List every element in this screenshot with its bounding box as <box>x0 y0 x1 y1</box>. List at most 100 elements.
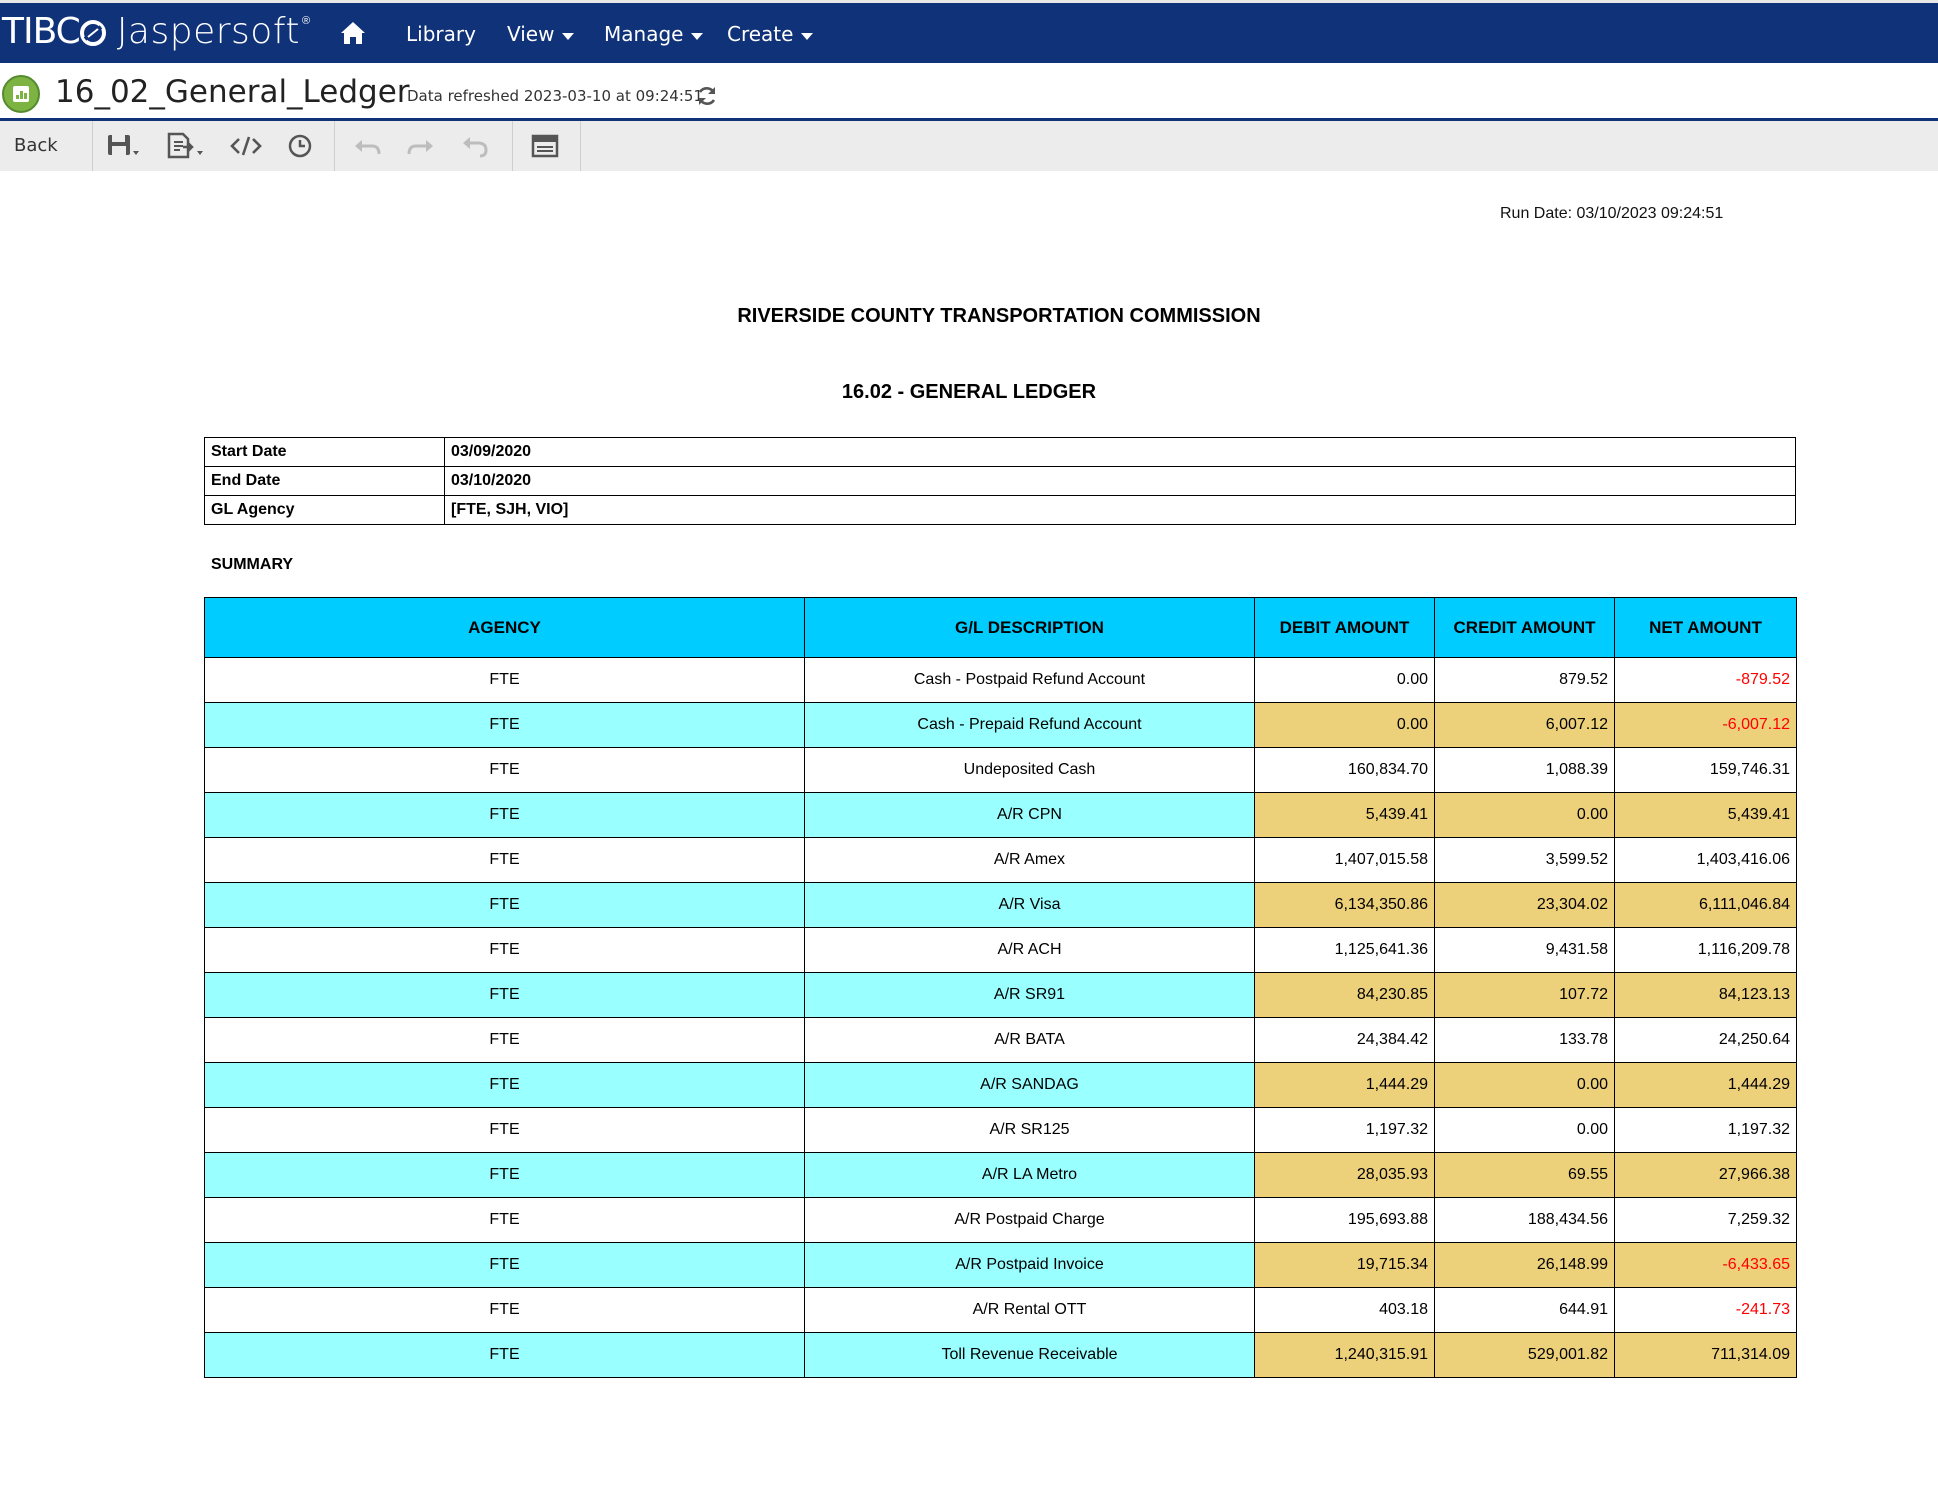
table-row: FTE A/R Postpaid Charge 195,693.88 188,434.… <box>204 1197 1797 1243</box>
param-row-gl-agency: GL Agency [FTE, SJH, VIO] <box>204 495 1796 525</box>
table-row: FTE A/R LA Metro 28,035.93 69.55 27,966.38 <box>204 1152 1797 1198</box>
refresh-icon[interactable] <box>695 84 719 108</box>
save-button[interactable] <box>106 131 140 161</box>
cell-credit-amount: 0.00 <box>1434 792 1615 838</box>
cell-gl-description: A/R BATA <box>804 1017 1255 1063</box>
cell-agency: FTE <box>204 1107 805 1153</box>
summary-table: AGENCY G/L DESCRIPTION DEBIT AMOUNT CRED… <box>204 597 1797 1378</box>
logo-tibco-text: TIBC <box>2 10 81 52</box>
run-date: Run Date: 03/10/2023 09:24:51 <box>1500 205 1724 222</box>
undo-icon <box>355 140 381 155</box>
cell-gl-description: A/R SR125 <box>804 1107 1255 1153</box>
cell-credit-amount: 3,599.52 <box>1434 837 1615 883</box>
column-header-net-amount: NET AMOUNT <box>1614 597 1797 658</box>
nav-manage-menu[interactable]: Manage <box>604 20 704 48</box>
cell-credit-amount: 69.55 <box>1434 1152 1615 1198</box>
toolbar-divider <box>334 121 335 171</box>
cell-agency: FTE <box>204 1152 805 1198</box>
undo-all-button[interactable] <box>460 131 494 161</box>
cell-agency: FTE <box>204 792 805 838</box>
cell-debit-amount: 1,197.32 <box>1254 1107 1435 1153</box>
table-row: FTE A/R CPN 5,439.41 0.00 5,439.41 <box>204 792 1797 838</box>
chevron-down-icon <box>691 32 704 40</box>
home-button[interactable] <box>339 20 371 48</box>
cell-net-amount: 24,250.64 <box>1614 1017 1797 1063</box>
cell-credit-amount: 0.00 <box>1434 1107 1615 1153</box>
cell-agency: FTE <box>204 1332 805 1378</box>
top-nav-bar: TIBC Jaspersoft ® Library View Manage Cr… <box>0 0 1938 63</box>
chevron-down-icon <box>801 32 814 40</box>
cell-net-amount: 6,111,046.84 <box>1614 882 1797 928</box>
redo-icon <box>407 140 433 155</box>
table-row: FTE Cash - Postpaid Refund Account 0.00 879… <box>204 657 1797 703</box>
column-header-credit-amount: CREDIT AMOUNT <box>1434 597 1615 658</box>
param-row-end-date: End Date 03/10/2020 <box>204 466 1796 496</box>
nav-view-menu[interactable]: View <box>507 20 575 48</box>
summary-header-row: AGENCY G/L DESCRIPTION DEBIT AMOUNT CRED… <box>204 597 1797 658</box>
embed-code-icon <box>230 136 262 156</box>
report-toolbar: Back <box>0 121 1938 171</box>
tibco-jaspersoft-logo[interactable]: TIBC Jaspersoft ® <box>2 9 310 53</box>
cell-net-amount: 1,116,209.78 <box>1614 927 1797 973</box>
param-key: GL Agency <box>204 495 445 525</box>
cell-gl-description: A/R SANDAG <box>804 1062 1255 1108</box>
cell-agency: FTE <box>204 882 805 928</box>
cell-agency: FTE <box>204 1242 805 1288</box>
undo-all-icon <box>463 137 488 158</box>
back-button[interactable]: Back <box>14 135 58 156</box>
cell-credit-amount: 107.72 <box>1434 972 1615 1018</box>
home-icon <box>341 22 365 44</box>
column-header-gl-description: G/L DESCRIPTION <box>804 597 1255 658</box>
cell-gl-description: A/R SR91 <box>804 972 1255 1018</box>
cell-credit-amount: 0.00 <box>1434 1062 1615 1108</box>
nav-library[interactable]: Library <box>406 20 476 48</box>
param-value: 03/10/2020 <box>444 466 1796 496</box>
table-row: FTE A/R Visa 6,134,350.86 23,304.02 6,111,04… <box>204 882 1797 928</box>
cell-gl-description: Undeposited Cash <box>804 747 1255 793</box>
redo-button[interactable] <box>406 131 440 161</box>
cell-gl-description: Cash - Prepaid Refund Account <box>804 702 1255 748</box>
cell-credit-amount: 644.91 <box>1434 1287 1615 1333</box>
table-row: FTE A/R SR125 1,197.32 0.00 1,197.32 <box>204 1107 1797 1153</box>
cell-net-amount: -241.73 <box>1614 1287 1797 1333</box>
nav-library-label: Library <box>406 22 476 46</box>
report-parameters-table: Start Date 03/09/2020 End Date 03/10/202… <box>204 437 1796 525</box>
cell-credit-amount: 6,007.12 <box>1434 702 1615 748</box>
cell-debit-amount: 5,439.41 <box>1254 792 1435 838</box>
schedule-button[interactable] <box>285 131 319 161</box>
summary-table-body: FTE Cash - Postpaid Refund Account 0.00 879… <box>204 657 1797 1378</box>
undo-button[interactable] <box>352 131 386 161</box>
cell-debit-amount: 19,715.34 <box>1254 1242 1435 1288</box>
table-row: FTE A/R Rental OTT 403.18 644.91 -241.73 <box>204 1287 1797 1333</box>
cell-debit-amount: 84,230.85 <box>1254 972 1435 1018</box>
cell-net-amount: -6,433.65 <box>1614 1242 1797 1288</box>
toolbar-divider <box>512 121 513 171</box>
cell-agency: FTE <box>204 1197 805 1243</box>
nav-create-label: Create <box>727 22 794 46</box>
cell-agency: FTE <box>204 657 805 703</box>
cell-gl-description: A/R Postpaid Invoice <box>804 1242 1255 1288</box>
cell-net-amount: -6,007.12 <box>1614 702 1797 748</box>
cell-debit-amount: 28,035.93 <box>1254 1152 1435 1198</box>
report-type-icon <box>2 75 40 113</box>
table-row: FTE A/R ACH 1,125,641.36 9,431.58 1,116,209.… <box>204 927 1797 973</box>
cell-gl-description: A/R LA Metro <box>804 1152 1255 1198</box>
cell-net-amount: 27,966.38 <box>1614 1152 1797 1198</box>
cell-net-amount: 1,444.29 <box>1614 1062 1797 1108</box>
cell-debit-amount: 1,444.29 <box>1254 1062 1435 1108</box>
export-button[interactable] <box>166 131 203 161</box>
nav-view-label: View <box>507 22 555 46</box>
toolbar-divider <box>92 121 93 171</box>
table-row: FTE A/R Postpaid Invoice 19,715.34 26,148.9… <box>204 1242 1797 1288</box>
cell-agency: FTE <box>204 1017 805 1063</box>
param-row-start-date: Start Date 03/09/2020 <box>204 437 1796 467</box>
save-icon <box>108 135 139 155</box>
embed-code-button[interactable] <box>229 131 263 161</box>
cell-net-amount: 1,197.32 <box>1614 1107 1797 1153</box>
chevron-down-icon <box>562 32 575 40</box>
input-controls-button[interactable] <box>530 131 564 161</box>
cell-debit-amount: 1,240,315.91 <box>1254 1332 1435 1378</box>
cell-gl-description: Toll Revenue Receivable <box>804 1332 1255 1378</box>
nav-create-menu[interactable]: Create <box>727 20 814 48</box>
cell-debit-amount: 1,125,641.36 <box>1254 927 1435 973</box>
